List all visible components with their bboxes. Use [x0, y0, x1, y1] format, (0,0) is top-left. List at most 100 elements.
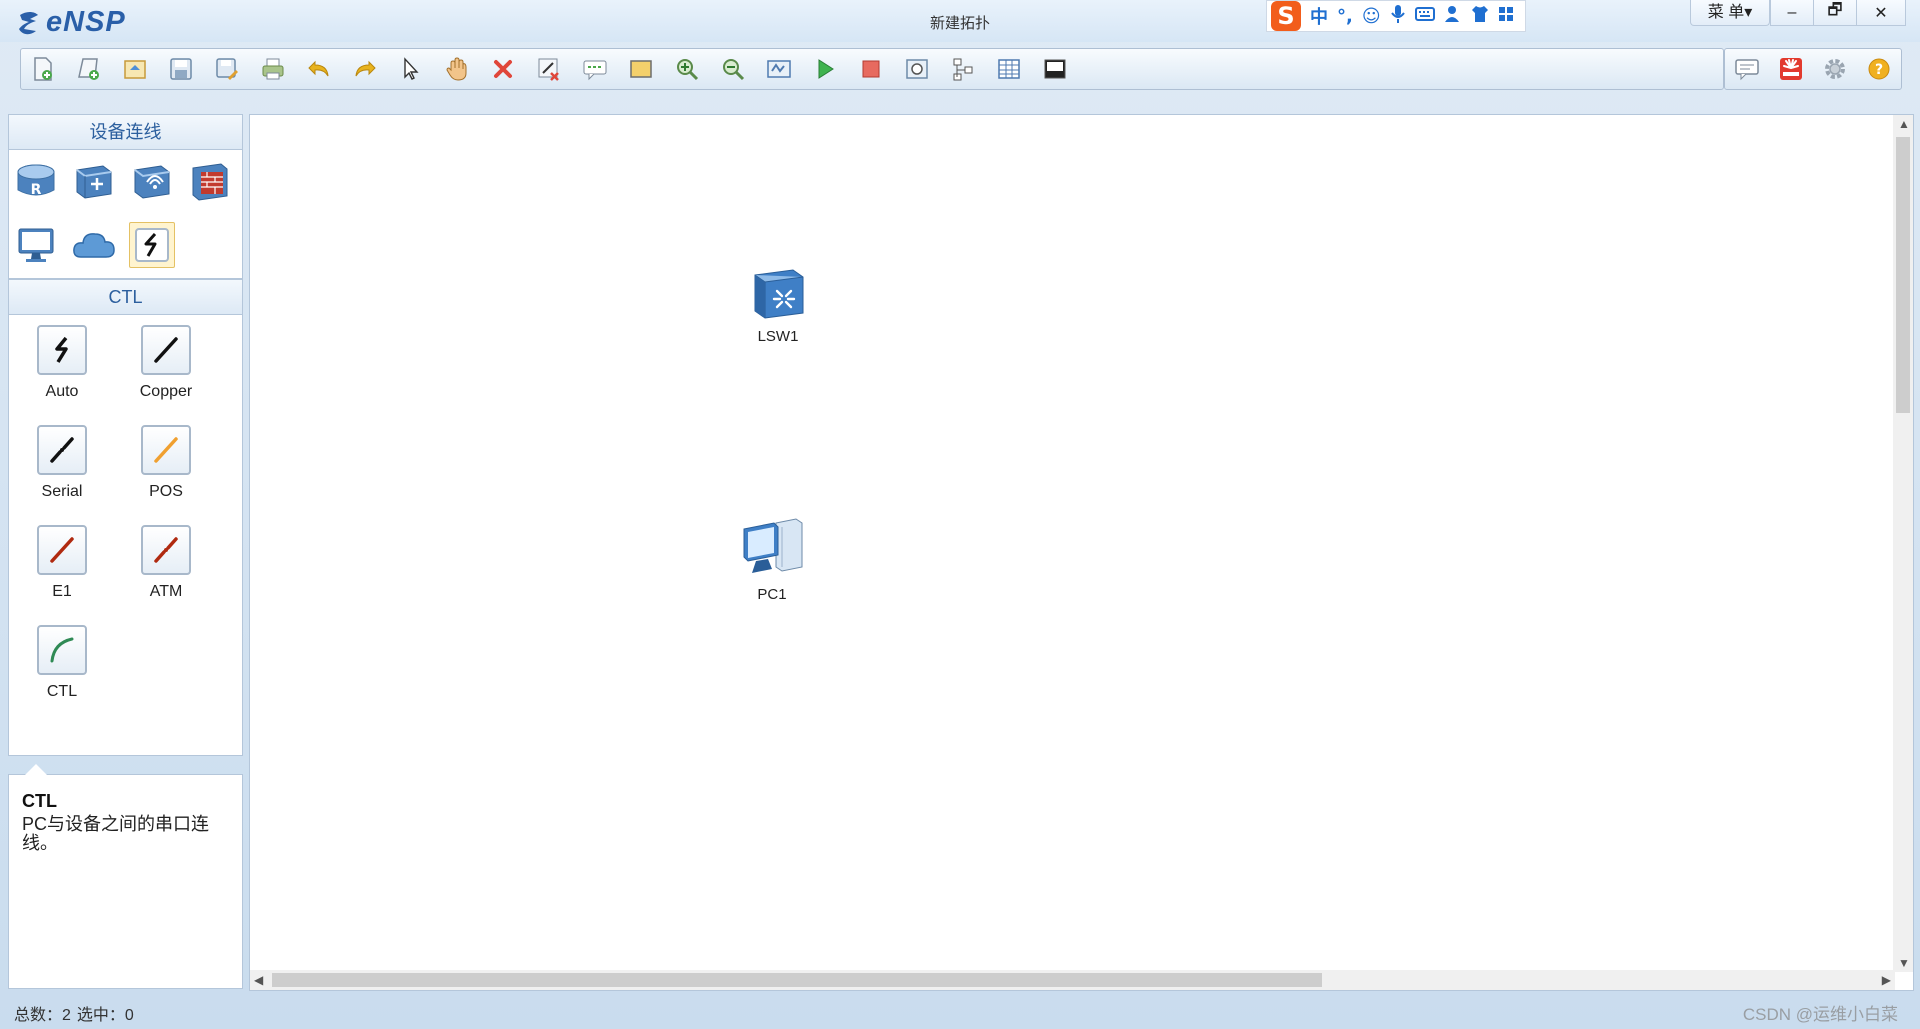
ensp-window: eNSP 新建拓扑 S 中 °, ☺ 菜 单▾ – 🗗 ✕ ? 设备连线 R C… [0, 0, 1920, 1029]
cable-ctl[interactable]: CTL [17, 625, 107, 701]
window-title: 新建拓扑 [929, 15, 990, 32]
screenshot-icon[interactable] [1039, 53, 1071, 85]
capture-icon[interactable] [901, 53, 933, 85]
cable-e1[interactable]: E1 [17, 525, 107, 601]
save-icon[interactable] [165, 53, 197, 85]
help-icon[interactable]: ? [1863, 53, 1895, 85]
cable-list: Auto Copper Serial POS E1 ATM CTL [8, 315, 243, 756]
topology-fit-icon[interactable] [763, 53, 795, 85]
open-icon[interactable] [119, 53, 151, 85]
pc-icon[interactable] [13, 222, 59, 268]
chat-icon[interactable] [1731, 53, 1763, 85]
left-panel: 设备连线 R CTL Auto Copper Serial POS E1 ATM… [8, 114, 243, 989]
cable-label: Serial [41, 483, 83, 500]
main-toolbar [20, 48, 1724, 90]
device-category-grid: R [8, 150, 243, 279]
skin-shirt-icon[interactable] [1471, 5, 1489, 28]
cable-section-header[interactable]: CTL [8, 279, 243, 315]
horizontal-scroll-thumb[interactable] [272, 973, 1322, 987]
right-toolbar: ? [1724, 48, 1902, 90]
description-title: CTL [22, 791, 57, 811]
stop-device-icon[interactable] [855, 53, 887, 85]
select-icon[interactable] [395, 53, 427, 85]
settings-gear-icon[interactable] [1819, 53, 1851, 85]
text-annotation-icon[interactable] [579, 53, 611, 85]
e1-cable-icon[interactable] [37, 525, 87, 575]
cable-pos[interactable]: POS [121, 425, 211, 501]
copper-cable-icon[interactable] [141, 325, 191, 375]
restore-button[interactable]: 🗗 [1813, 0, 1857, 26]
emoji-icon[interactable]: ☺ [1362, 6, 1381, 27]
new-test-icon[interactable] [73, 53, 105, 85]
cable-serial[interactable]: Serial [17, 425, 107, 501]
topology-layout-icon[interactable] [947, 53, 979, 85]
ime-punct[interactable]: °, [1337, 6, 1353, 27]
watermark: CSDN @运维小白菜 [1742, 1005, 1898, 1024]
cable-copper[interactable]: Copper [121, 325, 211, 401]
node-label: LSW1 [757, 328, 799, 345]
cable-label: ATM [149, 583, 183, 600]
device-lsw1[interactable]: LSW1 [738, 265, 818, 345]
pan-hand-icon[interactable] [441, 53, 473, 85]
minimize-button[interactable]: – [1770, 0, 1814, 26]
node-label: PC1 [757, 586, 787, 603]
scroll-up-icon[interactable]: ▲ [1898, 117, 1910, 131]
cable-label: CTL [46, 683, 78, 700]
start-device-icon[interactable] [809, 53, 841, 85]
pc-device-icon[interactable] [738, 515, 806, 579]
pos-cable-icon[interactable] [141, 425, 191, 475]
wlan-icon[interactable] [129, 158, 175, 204]
scroll-left-icon[interactable]: ◀ [254, 973, 263, 987]
router-icon[interactable]: R [13, 158, 59, 204]
vertical-scroll-thumb[interactable] [1896, 137, 1910, 413]
switch-icon[interactable] [71, 158, 117, 204]
print-icon[interactable] [257, 53, 289, 85]
firewall-icon[interactable] [187, 158, 233, 204]
title-bar: eNSP 新建拓扑 S 中 °, ☺ 菜 单▾ – 🗗 ✕ [0, 0, 1920, 42]
area-icon[interactable] [625, 53, 657, 85]
cable-label: E1 [52, 583, 72, 600]
undo-icon[interactable] [303, 53, 335, 85]
auto-cable-icon[interactable] [37, 325, 87, 375]
mic-icon[interactable] [1390, 4, 1406, 29]
zoom-out-icon[interactable] [717, 53, 749, 85]
keyboard-icon[interactable] [1414, 6, 1435, 26]
menu-button[interactable]: 菜 单▾ [1690, 0, 1770, 26]
huawei-icon[interactable] [1775, 53, 1807, 85]
user-icon[interactable] [1444, 5, 1462, 28]
cloud-icon[interactable] [71, 222, 117, 268]
scroll-right-icon[interactable]: ▶ [1882, 973, 1891, 987]
ime-toolbar[interactable]: S 中 °, ☺ [1266, 0, 1526, 32]
table-icon[interactable] [993, 53, 1025, 85]
delete-icon[interactable] [487, 53, 519, 85]
vertical-scrollbar[interactable]: ▲ ▼ [1893, 115, 1913, 972]
total-count: 总数：2 [14, 1006, 71, 1024]
cable-label: Auto [45, 383, 79, 400]
svg-text:?: ? [1875, 62, 1883, 78]
svg-text:R: R [31, 182, 42, 198]
sogou-logo-icon[interactable]: S [1271, 1, 1301, 31]
topology-canvas[interactable]: LSW1 PC1 ▲ ▼ ◀ ▶ [249, 114, 1914, 991]
device-section-header[interactable]: 设备连线 [8, 114, 243, 150]
grid-apps-icon[interactable] [1498, 6, 1514, 27]
cable-label: Copper [139, 383, 193, 400]
zoom-in-icon[interactable] [671, 53, 703, 85]
serial-cable-icon[interactable] [37, 425, 87, 475]
new-topology-icon[interactable] [27, 53, 59, 85]
ctl-cable-icon[interactable] [37, 625, 87, 675]
delete-link-icon[interactable] [533, 53, 565, 85]
save-as-icon[interactable] [211, 53, 243, 85]
device-pc1[interactable]: PC1 [732, 515, 812, 603]
ime-mode[interactable]: 中 [1310, 3, 1328, 29]
cable-atm[interactable]: ATM [121, 525, 211, 601]
selected-count: 选中：0 [76, 1006, 134, 1024]
close-button[interactable]: ✕ [1856, 0, 1906, 26]
horizontal-scrollbar[interactable]: ◀ ▶ [250, 970, 1895, 990]
switch-device-icon[interactable] [749, 265, 807, 321]
redo-icon[interactable] [349, 53, 381, 85]
cable-auto[interactable]: Auto [17, 325, 107, 401]
cable-label: POS [149, 483, 183, 500]
connection-icon[interactable] [129, 222, 175, 268]
atm-cable-icon[interactable] [141, 525, 191, 575]
scroll-down-icon[interactable]: ▼ [1898, 956, 1910, 970]
